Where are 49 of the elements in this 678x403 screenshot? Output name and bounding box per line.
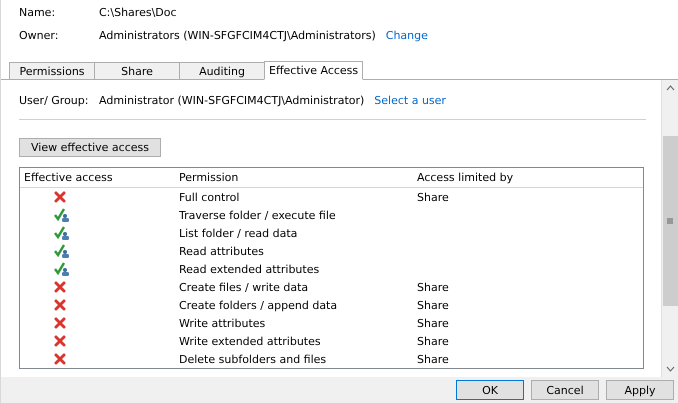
tab[interactable]: Effective Access xyxy=(264,61,364,80)
cross-icon xyxy=(54,191,66,203)
permission-cell-text: Create folders / append data xyxy=(179,298,338,312)
cross-icon xyxy=(54,281,66,293)
dialog-button[interactable]: OK xyxy=(456,380,524,400)
scrollbar[interactable] xyxy=(661,80,678,377)
limited-by-cell-text: Share xyxy=(417,280,450,294)
permission-cell-text: Write attributes xyxy=(179,316,266,330)
owner-value: Administrators (WIN-SFGFCIM4CTJ\Administrators) xyxy=(99,29,376,42)
permission-cell-text: Delete subfolders and files xyxy=(179,352,328,366)
user-group-value: Administrator (WIN-SFGFCIM4CTJ\Administrator) xyxy=(99,94,364,107)
column-header[interactable]: Permission xyxy=(179,171,417,184)
tab[interactable]: Auditing xyxy=(179,62,265,79)
column-header[interactable]: Effective access xyxy=(24,171,179,184)
permission-cell-text: Full control xyxy=(179,190,240,204)
cross-icon xyxy=(54,299,66,311)
scroll-down-icon[interactable] xyxy=(666,366,674,372)
user-check-icon xyxy=(54,244,70,258)
dialog-button[interactable]: Cancel xyxy=(531,380,599,400)
cross-icon xyxy=(54,353,66,365)
limited-by-cell-text: Share xyxy=(417,298,450,312)
user-check-icon xyxy=(54,262,70,276)
grip-icon xyxy=(667,218,673,224)
name-value: C:\Shares\Doc xyxy=(99,6,177,19)
cross-icon xyxy=(54,317,66,329)
owner-label: Owner: xyxy=(19,29,60,42)
cross-icon xyxy=(54,335,66,347)
permission-cell-text: List folder / read data xyxy=(179,226,298,240)
select-user-link[interactable]: Select a user xyxy=(374,94,446,107)
dialog-button[interactable]: Apply xyxy=(606,380,674,400)
limited-by-cell-text: Share xyxy=(417,190,450,204)
permission-cell-text: Read attributes xyxy=(179,244,265,258)
limited-by-cell-text: Share xyxy=(417,334,450,348)
user-check-icon xyxy=(54,226,70,240)
change-link[interactable]: Change xyxy=(386,29,428,42)
limited-by-cell-text: Share xyxy=(417,352,450,366)
user-group-label: User/ Group: xyxy=(19,94,90,107)
permission-cell-text: Traverse folder / execute file xyxy=(179,208,337,222)
permission-cell-text: Write extended attributes xyxy=(179,334,322,348)
scroll-up-icon[interactable] xyxy=(666,85,674,91)
column-header[interactable]: Access limited by xyxy=(417,171,643,184)
limited-by-cell-text: Share xyxy=(417,316,450,330)
permission-cell-text: Read extended attributes xyxy=(179,262,320,276)
name-label: Name: xyxy=(19,6,56,19)
tab[interactable]: Share xyxy=(94,62,180,79)
tab[interactable]: Permissions xyxy=(9,62,95,79)
view-effective-access-button[interactable]: View effective access xyxy=(19,138,161,157)
user-check-icon xyxy=(54,208,70,222)
permission-cell-text: Create files / write data xyxy=(179,280,310,294)
